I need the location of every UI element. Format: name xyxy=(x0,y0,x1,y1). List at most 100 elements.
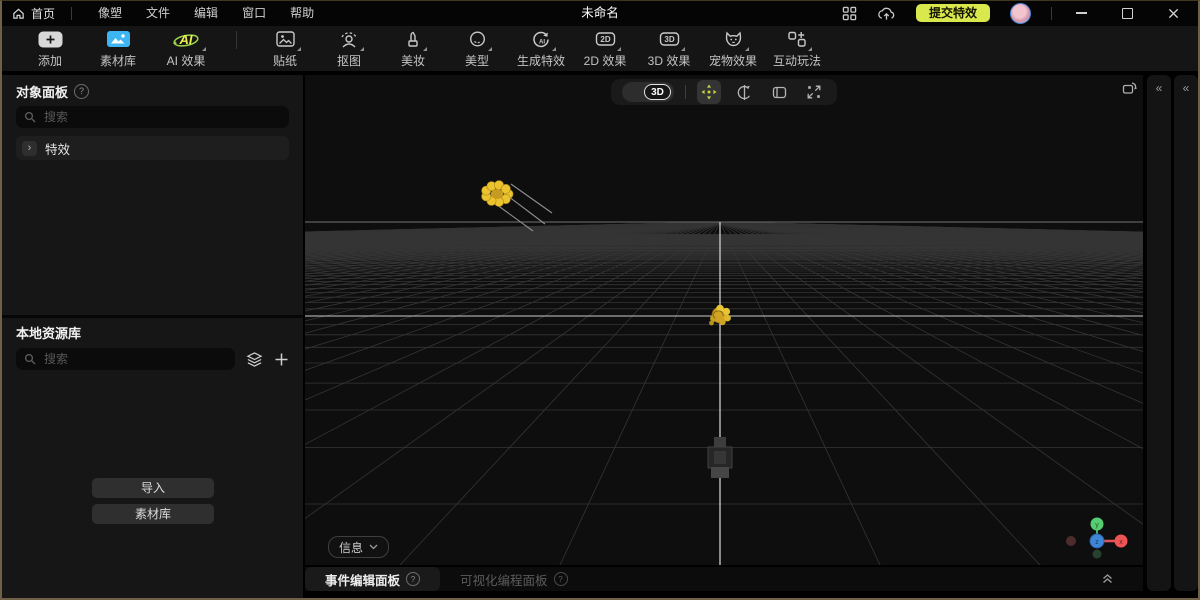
dropdown-caret xyxy=(360,47,364,51)
tab-label: 可视化编程面板 xyxy=(460,570,548,589)
toolbar-label: 互动玩法 xyxy=(773,52,821,69)
effects-3d-icon: 3D xyxy=(659,29,680,50)
frame-tool[interactable] xyxy=(767,80,791,104)
toolbar-label: 素材库 xyxy=(100,52,136,69)
toolbar-item-sticker[interactable]: 贴纸 xyxy=(256,29,314,69)
toolbar-item-3d-effects[interactable]: 3D 3D 效果 xyxy=(640,29,698,69)
face-shape-icon xyxy=(468,29,487,50)
maximize-button[interactable] xyxy=(1112,0,1142,26)
toolbar-label: 2D 效果 xyxy=(584,52,627,69)
menu-edit[interactable]: 编辑 xyxy=(182,0,230,26)
toolbar-item-interactive[interactable]: 互动玩法 xyxy=(768,29,826,69)
toolbar-label: AI 效果 xyxy=(167,52,206,69)
toolbar-item-library[interactable]: 素材库 xyxy=(87,29,149,69)
cutout-icon xyxy=(339,29,359,50)
svg-text:3D: 3D xyxy=(664,35,674,44)
toolbar-item-makeup[interactable]: 美妆 xyxy=(384,29,442,69)
add-asset-icon[interactable] xyxy=(274,352,289,367)
library-search-input[interactable] xyxy=(42,351,227,367)
library-search[interactable] xyxy=(16,348,235,370)
local-library-header: 本地资源库 xyxy=(16,325,289,339)
expand-icon xyxy=(806,84,822,100)
search-icon xyxy=(24,111,36,123)
scene-objects: y x z xyxy=(305,75,1143,565)
viewport-toolbar: 3D xyxy=(611,79,837,105)
gizmo-neg-y[interactable] xyxy=(1093,550,1102,559)
submit-effect-button[interactable]: 提交特效 xyxy=(916,4,990,22)
gizmo-neg-x[interactable] xyxy=(1066,536,1076,546)
minimize-icon xyxy=(1076,12,1087,14)
document-title: 未命名 xyxy=(581,0,619,26)
info-dropdown[interactable]: 信息 xyxy=(328,536,389,558)
avatar[interactable] xyxy=(1010,3,1031,24)
viewport-canvas[interactable]: y x z 3D xyxy=(305,75,1143,565)
move-tool[interactable] xyxy=(697,80,721,104)
library-button[interactable]: 素材库 xyxy=(92,504,214,524)
close-button[interactable] xyxy=(1158,0,1188,26)
dropdown-caret xyxy=(423,47,427,51)
expand-tool[interactable] xyxy=(802,80,826,104)
flower-particle-object[interactable] xyxy=(482,181,552,232)
generate-effects-icon: AI xyxy=(531,29,551,50)
help-icon[interactable]: ? xyxy=(406,572,420,586)
home-button[interactable]: 首页 xyxy=(12,5,55,22)
maximize-icon xyxy=(1122,8,1133,19)
cloud-upload-icon[interactable] xyxy=(877,6,896,21)
collapse-panel-button[interactable]: « xyxy=(1183,81,1190,591)
mode-toggle-knob: 3D xyxy=(644,84,671,100)
home-icon xyxy=(12,7,25,20)
menu-window[interactable]: 窗口 xyxy=(230,0,278,26)
toolbar-label: 3D 效果 xyxy=(648,52,691,69)
help-icon[interactable]: ? xyxy=(554,572,568,586)
menu-app[interactable]: 像塑 xyxy=(86,0,134,26)
object-panel-header: 对象面板 ? xyxy=(16,83,289,99)
toolbar-item-2d-effects[interactable]: 2D 2D 效果 xyxy=(576,29,634,69)
dropdown-caret xyxy=(552,47,556,51)
collapse-panel-button[interactable]: « xyxy=(1156,81,1163,591)
camera-object[interactable] xyxy=(708,437,732,478)
dropdown-caret xyxy=(745,47,749,51)
apps-grid-icon[interactable] xyxy=(842,6,857,21)
object-search-input[interactable] xyxy=(42,109,281,125)
axis-gizmo[interactable]: y x z xyxy=(1066,518,1128,559)
interactive-icon xyxy=(787,29,807,50)
toolbar-item-generate-effects[interactable]: AI 生成特效 xyxy=(512,29,570,69)
minimize-button[interactable] xyxy=(1066,0,1096,26)
chevron-down-icon xyxy=(369,544,378,550)
toolbar-item-ai-effects[interactable]: AI AI 效果 xyxy=(155,29,217,69)
menu-help[interactable]: 帮助 xyxy=(278,0,326,26)
help-icon[interactable]: ? xyxy=(74,84,89,99)
makeup-icon xyxy=(404,29,422,50)
object-search[interactable] xyxy=(16,106,289,128)
layers-icon[interactable] xyxy=(246,351,263,368)
toolbar-item-add[interactable]: 添加 xyxy=(19,29,81,69)
svg-text:z: z xyxy=(1095,539,1099,546)
rotate-view-button[interactable] xyxy=(1121,80,1138,102)
tab-visual-programming[interactable]: 可视化编程面板 ? xyxy=(440,567,588,591)
orbit-icon xyxy=(736,84,753,101)
svg-text:AI: AI xyxy=(539,39,545,45)
tree-item-effect[interactable]: › 特效 xyxy=(16,136,289,160)
local-library-toolbar xyxy=(16,348,289,370)
home-label: 首页 xyxy=(31,5,55,22)
local-library-section: 本地资源库 xyxy=(16,325,289,370)
titlebar: 首页 像塑 文件 编辑 窗口 帮助 未命名 提交特效 xyxy=(0,0,1200,26)
import-button[interactable]: 导入 xyxy=(92,478,214,498)
move-icon xyxy=(701,84,717,100)
toolbar-item-face-shape[interactable]: 美型 xyxy=(448,29,506,69)
effects-2d-icon: 2D xyxy=(595,29,616,50)
close-icon xyxy=(1168,8,1179,19)
svg-text:x: x xyxy=(1119,539,1123,546)
toolbar-item-cutout[interactable]: 抠图 xyxy=(320,29,378,69)
expand-panel-button[interactable] xyxy=(1100,572,1115,590)
info-label: 信息 xyxy=(339,539,363,556)
mode-toggle-3d[interactable]: 3D xyxy=(622,82,674,102)
tab-event-editor[interactable]: 事件编辑面板 ? xyxy=(305,567,440,591)
menu-file[interactable]: 文件 xyxy=(134,0,182,26)
orbit-tool[interactable] xyxy=(732,80,756,104)
frame-icon xyxy=(771,84,788,101)
origin-flower-object[interactable] xyxy=(709,305,731,326)
toolbar-item-pet-effects[interactable]: 宠物效果 xyxy=(704,29,762,69)
left-panel: 对象面板 ? › 特效 本地资源库 导入 素材库 xyxy=(2,75,303,598)
chevron-right-icon[interactable]: › xyxy=(22,141,37,156)
